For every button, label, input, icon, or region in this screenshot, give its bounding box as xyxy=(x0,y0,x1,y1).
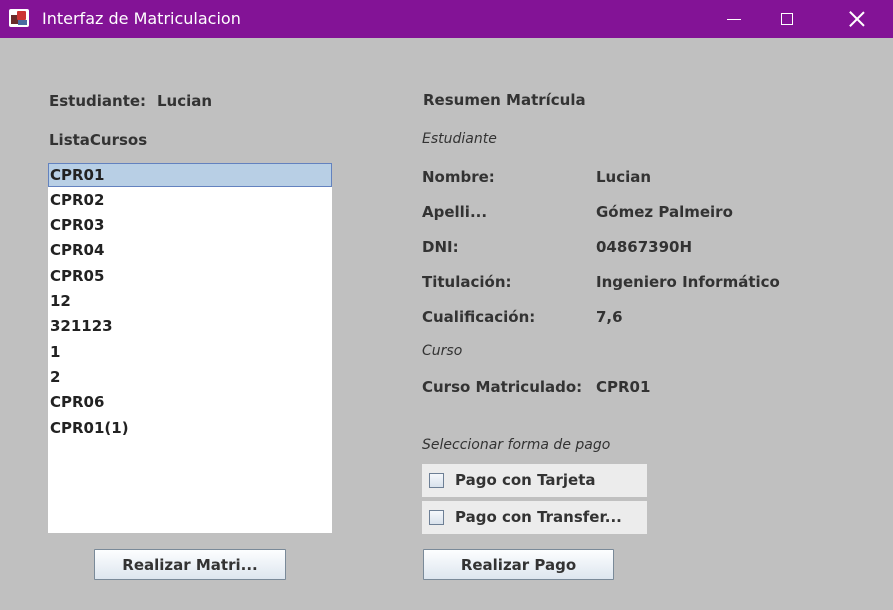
degree-value: Ingeniero Informático xyxy=(596,273,780,291)
summary-title: Resumen Matrícula xyxy=(423,91,586,109)
maximize-button[interactable] xyxy=(764,0,810,38)
java-app-icon xyxy=(9,9,29,27)
course-list-item[interactable]: 1 xyxy=(48,340,332,364)
student-name: Lucian xyxy=(157,92,213,110)
course-list-item[interactable]: CPR04 xyxy=(48,238,332,262)
course-list-item[interactable]: CPR01(1) xyxy=(48,416,332,440)
card-payment-checkbox[interactable]: Pago con Tarjeta xyxy=(422,464,647,497)
window-title: Interfaz de Matriculacion xyxy=(42,9,241,28)
minimize-button[interactable] xyxy=(711,0,757,38)
name-value: Lucian xyxy=(596,168,652,186)
degree-label: Titulación: xyxy=(422,273,512,291)
title-bar: Interfaz de Matriculacion xyxy=(0,0,893,38)
enrolled-course-value: CPR01 xyxy=(596,378,651,396)
pay-button[interactable]: Realizar Pago xyxy=(423,549,614,580)
grade-value: 7,6 xyxy=(596,308,623,326)
course-list-item[interactable]: CPR03 xyxy=(48,213,332,237)
course-list-item[interactable]: 12 xyxy=(48,289,332,313)
transfer-payment-checkbox[interactable]: Pago con Transfer... xyxy=(422,501,647,534)
enroll-button[interactable]: Realizar Matri... xyxy=(94,549,286,580)
close-icon xyxy=(849,11,865,27)
card-payment-label: Pago con Tarjeta xyxy=(455,471,596,489)
dni-label: DNI: xyxy=(422,238,459,256)
course-list-item[interactable]: 321123 xyxy=(48,314,332,338)
surname-label: Apelli... xyxy=(422,203,488,221)
name-label: Nombre: xyxy=(422,168,495,186)
course-list-item[interactable]: CPR05 xyxy=(48,264,332,288)
checkbox-icon[interactable] xyxy=(429,510,444,525)
minimize-icon xyxy=(727,18,741,20)
payment-section-label: Seleccionar forma de pago xyxy=(422,437,611,453)
grade-label: Cualificación: xyxy=(422,308,536,326)
surname-value: Gómez Palmeiro xyxy=(596,203,733,221)
course-list-item[interactable]: 2 xyxy=(48,365,332,389)
student-label: Estudiante: xyxy=(49,92,147,110)
course-list-item[interactable]: CPR06 xyxy=(48,390,332,414)
course-section-label: Curso xyxy=(422,343,463,359)
student-section-label: Estudiante xyxy=(422,131,497,147)
enrolled-course-label: Curso Matriculado: xyxy=(422,378,583,396)
dni-value: 04867390H xyxy=(596,238,693,256)
course-list[interactable]: CPR01 CPR02 CPR03 CPR04 CPR05 12 321123 … xyxy=(48,163,332,533)
course-list-item[interactable]: CPR01 xyxy=(48,163,332,187)
transfer-payment-label: Pago con Transfer... xyxy=(455,508,622,526)
course-list-title: ListaCursos xyxy=(49,131,148,149)
close-button[interactable] xyxy=(834,0,880,38)
checkbox-icon[interactable] xyxy=(429,473,444,488)
maximize-icon xyxy=(781,13,793,25)
course-list-item[interactable]: CPR02 xyxy=(48,188,332,212)
